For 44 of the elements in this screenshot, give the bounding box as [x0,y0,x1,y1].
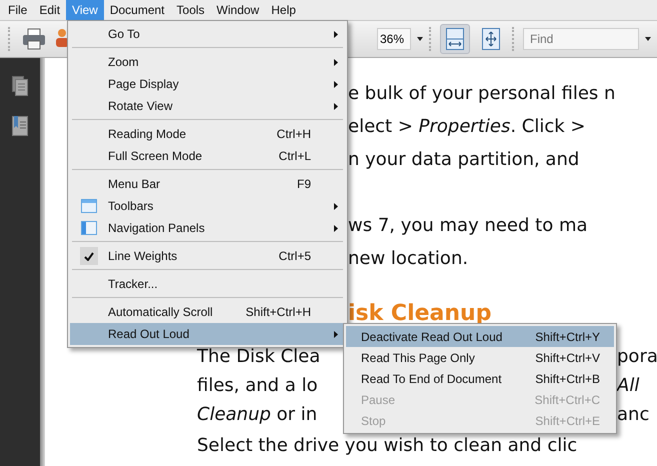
menu-bar-item[interactable]: Document [104,0,171,20]
toolbar-window-icon [81,199,97,213]
body-text: files, and a lo [197,374,319,398]
menu-item[interactable]: Line Weights Ctrl+5 [70,245,345,267]
menu-bar-item[interactable]: Tools [170,0,211,20]
dropdown-arrow-icon[interactable] [417,37,423,41]
menu-bar-item[interactable]: Edit [33,0,66,20]
menu-bar-item[interactable]: Window [210,0,266,20]
menu-item[interactable]: Rotate View [70,95,345,117]
body-text: Select the drive you wish to clean and clic [197,434,578,458]
body-text: anc [617,403,650,427]
body-text: elect > Properties. Click > [348,115,586,139]
menu-item[interactable]: Read Out Loud [70,323,345,345]
menu-item[interactable]: Deactivate Read Out Loud Shift+Ctrl+Y [346,326,614,347]
body-text: Cleanup or in [197,403,318,427]
panel-layout-icon [81,221,97,235]
fit-width-button[interactable] [440,24,470,54]
section-heading: isk Cleanup [348,300,492,328]
menu-item[interactable]: Read This Page Only Shift+Ctrl+V [346,347,614,368]
menu-bar-item[interactable]: Help [265,0,302,20]
menu-item[interactable]: Toolbars [70,195,345,217]
body-text: pora [617,345,657,369]
menu-item[interactable]: Go To [70,23,345,45]
dropdown-arrow-icon[interactable] [645,37,651,41]
menu-item[interactable]: Automatically Scroll Shift+Ctrl+H [70,301,345,323]
menu-item[interactable]: Tracker... [70,273,345,295]
menu-item[interactable]: Page Display [70,73,345,95]
body-text: The Disk Clea [197,345,322,369]
body-text: e bulk of your personal files n [348,82,616,106]
bookmark-icon[interactable] [12,116,28,136]
menu-item[interactable]: Full Screen Mode Ctrl+L [70,145,345,167]
body-text: All [617,374,640,398]
menu-item[interactable]: Navigation Panels [70,217,345,239]
menu-item[interactable]: Menu Bar F9 [70,173,345,195]
body-text: ws 7, you may need to ma [348,214,589,238]
menu-bar-item[interactable]: File [2,0,34,20]
body-text: n your data partition, and [348,148,580,172]
find-field[interactable]: Find [523,28,639,50]
menu-item[interactable]: Zoom [70,51,345,73]
zoom-field[interactable]: 36% [377,28,411,50]
menu-item[interactable]: Read To End of Document Shift+Ctrl+B [346,368,614,389]
pages-icon[interactable] [12,76,28,96]
body-text: new location. [348,247,470,271]
menu-item[interactable]: Reading Mode Ctrl+H [70,123,345,145]
